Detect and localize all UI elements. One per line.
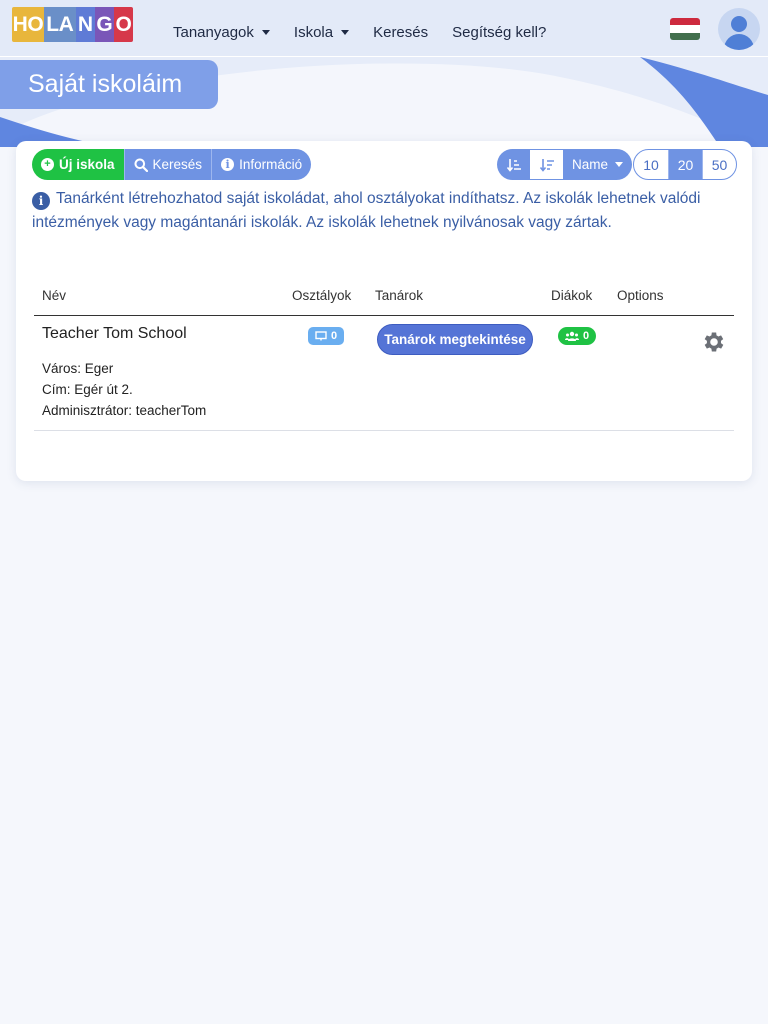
school-name[interactable]: Teacher Tom School [42, 325, 187, 343]
info-message: i Tanárként létrehozhatod saját iskoládat… [32, 187, 736, 235]
sort-field-label: Name [572, 157, 609, 172]
top-navbar: HO LA N G O Tananyagok Iskola Keresés Se… [0, 0, 768, 57]
sort-descending-icon [539, 158, 554, 172]
sort-ascending-button[interactable] [497, 149, 530, 180]
logo-letter: G [94, 7, 114, 42]
column-header-name[interactable]: Név [42, 288, 66, 303]
info-circle-icon: i [32, 192, 50, 210]
caret-down-icon [341, 30, 350, 35]
table-row-divider [34, 430, 734, 431]
page-title: Saját iskoláim [0, 60, 218, 109]
page-size-50-button[interactable]: 50 [702, 150, 736, 179]
caret-down-icon [615, 162, 624, 167]
page-size-10-button[interactable]: 10 [634, 150, 668, 179]
column-header-options: Options [617, 288, 664, 303]
school-address: Cím: Egér út 2. [42, 382, 133, 397]
logo-letter: HO [12, 7, 44, 42]
school-admin: Adminisztrátor: teacherTom [42, 403, 207, 418]
search-label: Keresés [152, 157, 203, 172]
main-nav: Tananyagok Iskola Keresés Segítség kell? [173, 24, 570, 41]
new-school-button[interactable]: + Új iskola [32, 149, 124, 180]
info-message-text: Tanárként létrehozhatod saját iskoládat,… [32, 190, 701, 231]
nav-tananyagok-dropdown[interactable]: Tananyagok [173, 24, 270, 41]
nav-kereses-link[interactable]: Keresés [373, 24, 428, 41]
users-icon [565, 331, 579, 341]
action-button-group: + Új iskola Keresés i Információ [32, 149, 312, 180]
holango-logo[interactable]: HO LA N G O [12, 7, 133, 42]
avatar-body [724, 34, 754, 50]
sort-button-group: Name [497, 149, 633, 180]
nav-label: Keresés [373, 24, 429, 41]
sort-field-dropdown[interactable]: Name [563, 149, 633, 180]
schools-card: + Új iskola Keresés i Információ Name 10… [16, 141, 752, 481]
sort-descending-button[interactable] [530, 149, 563, 180]
table-header-divider [34, 315, 734, 316]
page-size-group: 10 20 50 [633, 149, 737, 180]
classes-count: 0 [331, 330, 338, 342]
logo-letter: LA [43, 7, 76, 42]
nav-help-link[interactable]: Segítség kell? [452, 24, 546, 41]
hungarian-flag-language-icon[interactable] [670, 18, 700, 40]
plus-circle-icon: + [41, 158, 54, 171]
column-header-students[interactable]: Diákok [551, 288, 592, 303]
gear-icon[interactable] [701, 329, 727, 355]
search-button[interactable]: Keresés [123, 149, 212, 180]
nav-label: Segítség kell? [452, 24, 547, 41]
new-school-label: Új iskola [59, 157, 115, 172]
nav-iskola-dropdown[interactable]: Iskola [293, 24, 350, 41]
info-label: Információ [239, 157, 303, 172]
user-avatar-icon[interactable] [718, 8, 760, 50]
nav-label: Iskola [293, 24, 334, 41]
avatar-head [731, 16, 747, 32]
info-circle-icon: i [221, 158, 235, 171]
column-header-teachers[interactable]: Tanárok [375, 288, 423, 303]
classes-count-badge[interactable]: 0 [308, 327, 345, 345]
students-count-badge[interactable]: 0 [558, 327, 597, 345]
search-icon [134, 158, 148, 172]
logo-letter: N [75, 7, 95, 42]
info-button[interactable]: i Információ [211, 149, 312, 180]
logo-letter: O [113, 7, 133, 42]
column-header-classes[interactable]: Osztályok [292, 288, 351, 303]
nav-label: Tananyagok [173, 24, 254, 41]
page-size-20-button[interactable]: 20 [668, 150, 702, 179]
view-teachers-button[interactable]: Tanárok megtekintése [377, 324, 533, 355]
chalkboard-icon [315, 331, 327, 341]
caret-down-icon [261, 30, 270, 35]
school-city: Város: Eger [42, 361, 114, 376]
students-count: 0 [583, 330, 590, 342]
sort-ascending-icon [506, 158, 521, 172]
